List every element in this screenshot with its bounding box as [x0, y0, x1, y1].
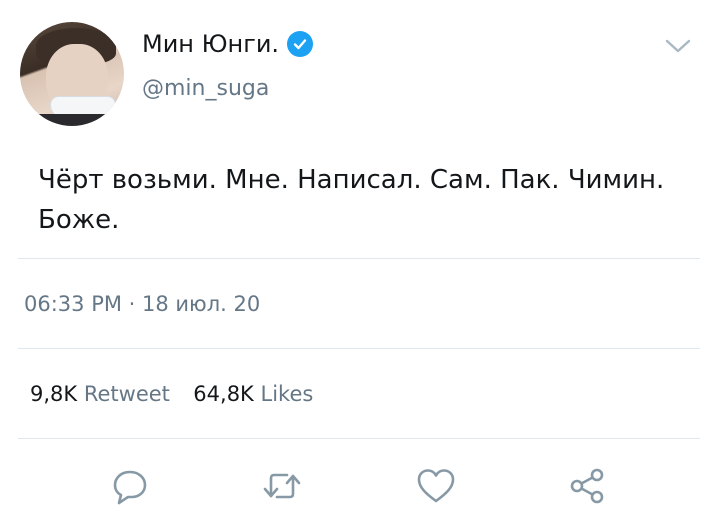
share-button[interactable]: [566, 464, 610, 508]
tweet-card: Мин Юнги. @min_suga Чёрт возьми. Мне. На…: [0, 0, 720, 520]
like-button[interactable]: [414, 464, 458, 508]
reply-button[interactable]: [108, 464, 152, 508]
retweets-stat[interactable]: 9,8K Retweet: [30, 382, 177, 406]
retweet-button[interactable]: [260, 464, 304, 508]
retweets-label: Retweet: [83, 382, 170, 406]
tweet-timestamp[interactable]: 06:33 PM · 18 июл. 20: [24, 292, 260, 316]
tweet-stats: 9,8K Retweet 64,8K Likes: [30, 382, 313, 406]
likes-label: Likes: [260, 382, 314, 406]
tweet-text-line: Чёрт возьми. Мне. Написал. Сам. Пак. Чим…: [38, 165, 665, 195]
heart-icon: [417, 469, 455, 503]
divider: [18, 348, 700, 349]
verified-badge-icon: [287, 31, 314, 57]
divider: [18, 258, 700, 259]
retweet-icon: [263, 473, 301, 499]
reply-icon: [113, 470, 147, 505]
likes-stat[interactable]: 64,8K Likes: [193, 382, 313, 406]
retweets-count: 9,8K: [30, 382, 78, 406]
likes-count: 64,8K: [193, 382, 254, 406]
author-display-name[interactable]: Мин Юнги.: [142, 30, 279, 58]
divider: [18, 438, 700, 439]
share-icon: [570, 468, 604, 504]
chevron-down-icon[interactable]: [664, 36, 692, 56]
author-name-row: Мин Юнги.: [142, 30, 314, 58]
tweet-text-line: Боже.: [38, 205, 120, 235]
author-username[interactable]: @min_suga: [142, 76, 269, 101]
avatar[interactable]: [20, 22, 124, 126]
tweet-text: Чёрт возьми. Мне. Написал. Сам. Пак. Чим…: [38, 160, 678, 240]
